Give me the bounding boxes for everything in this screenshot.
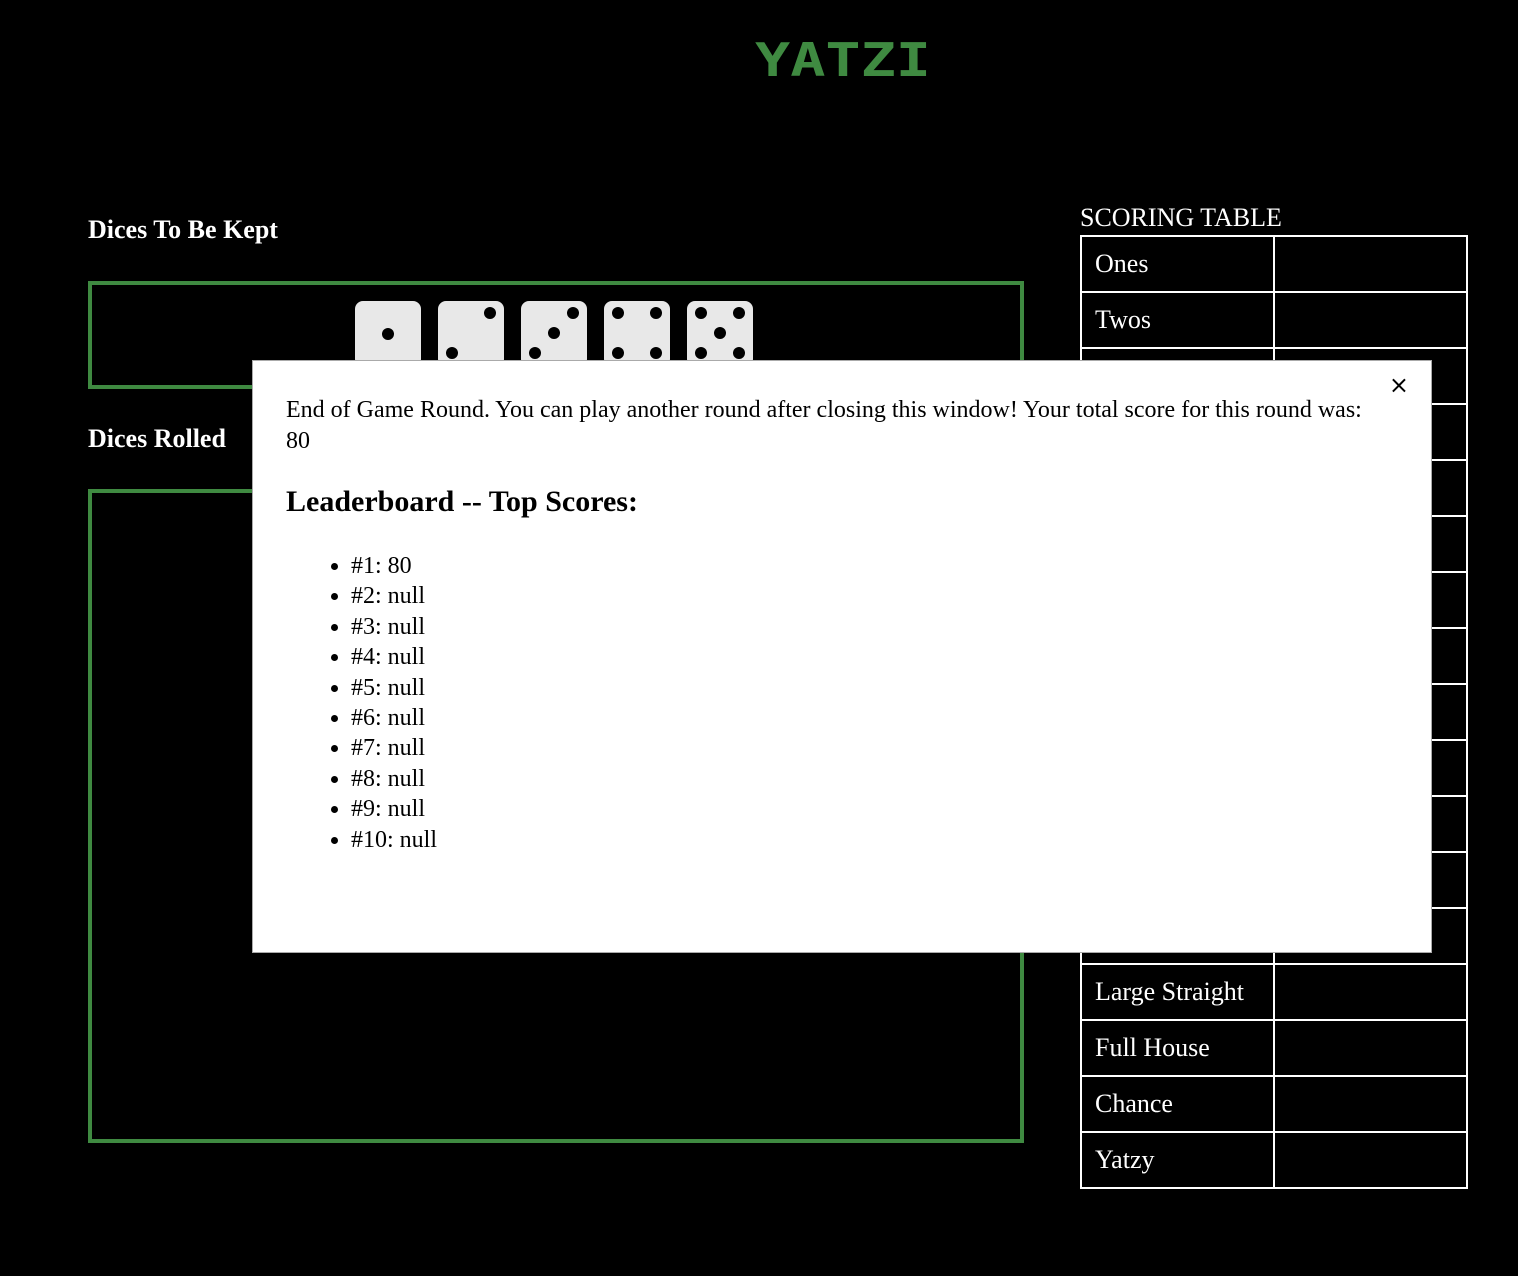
score-category: Twos [1080, 291, 1275, 349]
die-pip [650, 347, 662, 359]
score-value-cell[interactable] [1273, 1019, 1468, 1077]
die-pip [484, 307, 496, 319]
score-category: Chance [1080, 1075, 1275, 1133]
dices-kept-label: Dices To Be Kept [88, 215, 278, 244]
kept-dice-row [355, 301, 753, 367]
die-4[interactable] [604, 301, 670, 367]
die-pip [548, 327, 560, 339]
leaderboard-entry: #10: null [351, 825, 437, 855]
die-pip [612, 307, 624, 319]
die-5[interactable] [687, 301, 753, 367]
die-3[interactable] [521, 301, 587, 367]
die-pip [612, 347, 624, 359]
score-value-cell[interactable] [1273, 235, 1468, 293]
die-pip [529, 347, 541, 359]
modal-message: End of Game Round. You can play another … [286, 397, 1362, 454]
logo-text: YATZI [755, 36, 931, 80]
score-value-cell[interactable] [1273, 291, 1468, 349]
leaderboard-entry: #9: null [351, 794, 437, 824]
die-pip [695, 347, 707, 359]
die-pip [650, 307, 662, 319]
die-1[interactable] [355, 301, 421, 367]
score-value-cell[interactable] [1273, 1075, 1468, 1133]
leaderboard-list: #1: 80#2: null#3: null#4: null#5: null#6… [286, 551, 437, 855]
close-icon[interactable]: × [1389, 373, 1409, 397]
leaderboard-entry: #6: null [351, 703, 437, 733]
score-category: Ones [1080, 235, 1275, 293]
score-row: Full House [1080, 1019, 1468, 1077]
end-of-round-modal: × End of Game Round. You can play anothe… [252, 360, 1432, 953]
die-pip [382, 328, 394, 340]
die-2[interactable] [438, 301, 504, 367]
dices-rolled-label: Dices Rolled [88, 424, 226, 453]
leaderboard-heading: Leaderboard -- Top Scores: [286, 485, 638, 518]
score-category: Full House [1080, 1019, 1275, 1077]
score-row: Ones [1080, 235, 1468, 293]
score-value-cell[interactable] [1273, 963, 1468, 1021]
leaderboard-entry: #2: null [351, 581, 437, 611]
die-pip [446, 347, 458, 359]
leaderboard-entry: #4: null [351, 642, 437, 672]
die-pip [733, 347, 745, 359]
leaderboard-entry: #8: null [351, 764, 437, 794]
score-row: Twos [1080, 291, 1468, 349]
leaderboard-entry: #5: null [351, 673, 437, 703]
yatzi-logo: YATZI [755, 36, 931, 80]
score-row: Yatzy [1080, 1131, 1468, 1189]
die-pip [567, 307, 579, 319]
score-value-cell[interactable] [1273, 1131, 1468, 1189]
leaderboard-entry: #3: null [351, 612, 437, 642]
score-category: Yatzy [1080, 1131, 1275, 1189]
score-category: Large Straight [1080, 963, 1275, 1021]
score-row: Chance [1080, 1075, 1468, 1133]
leaderboard-entry: #1: 80 [351, 551, 437, 581]
die-pip [695, 307, 707, 319]
die-pip [733, 307, 745, 319]
scoring-table-title: SCORING TABLE [1080, 203, 1282, 232]
leaderboard-entry: #7: null [351, 733, 437, 763]
score-row: Large Straight [1080, 963, 1468, 1021]
die-pip [714, 327, 726, 339]
